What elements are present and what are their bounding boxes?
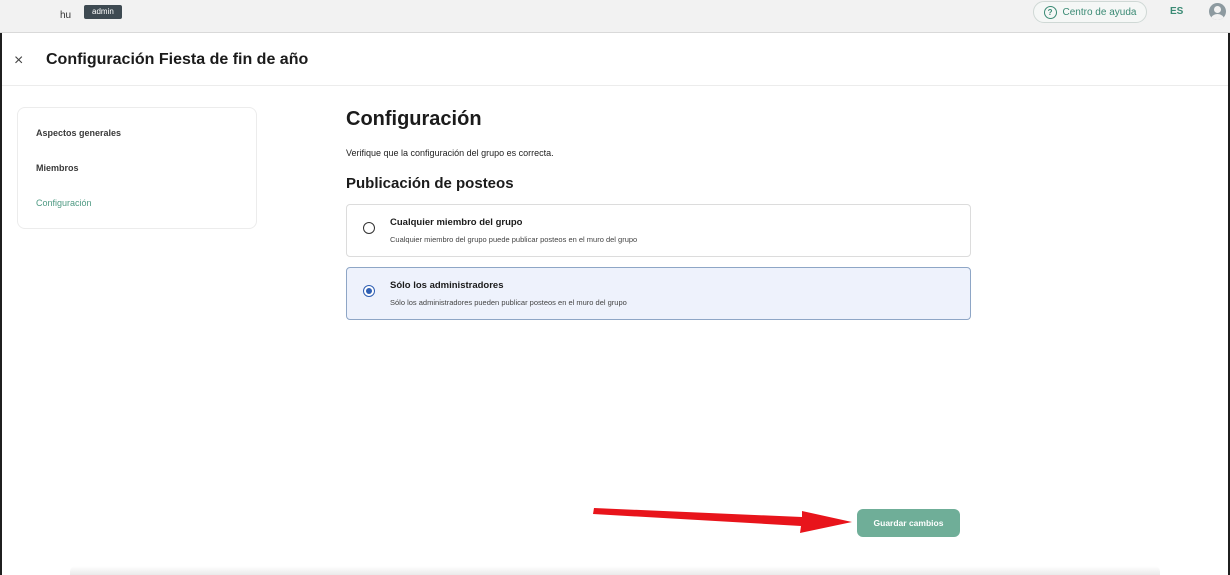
option-any-member[interactable]: Cualquier miembro del grupo Cualquier mi… <box>346 204 971 257</box>
sidebar-item-members[interactable]: Miembros <box>36 163 79 173</box>
section-description: Verifique que la configuración del grupo… <box>346 148 554 158</box>
option-title: Sólo los administradores <box>390 280 504 291</box>
page-title: Configuración Fiesta de fin de año <box>46 51 309 68</box>
brand-text: hu <box>60 10 72 21</box>
annotation-arrow-icon <box>593 508 852 533</box>
user-avatar-icon[interactable] <box>1209 3 1226 20</box>
option-description: Sólo los administradores pueden publicar… <box>390 298 627 307</box>
radio-admins-only[interactable] <box>363 285 375 297</box>
help-center-label: Centro de ayuda <box>1062 6 1137 18</box>
sidebar-nav: Aspectos generales Miembros Configuració… <box>17 107 257 229</box>
question-circle-icon: ? <box>1043 5 1057 19</box>
close-icon[interactable]: × <box>14 52 23 70</box>
save-changes-button[interactable]: Guardar cambios <box>857 509 960 537</box>
option-description: Cualquier miembro del grupo puede public… <box>390 235 638 244</box>
sidebar-item-settings[interactable]: Configuración <box>36 198 92 208</box>
posting-permissions-heading: Publicación de posteos <box>346 175 514 192</box>
role-badge: admin <box>84 5 122 19</box>
section-title: Configuración <box>346 108 482 130</box>
option-title: Cualquier miembro del grupo <box>390 217 523 228</box>
bottom-panel-edge <box>70 566 1160 575</box>
window-left-edge <box>0 33 2 575</box>
language-selector[interactable]: ES <box>1170 6 1183 17</box>
header-divider <box>2 85 1228 86</box>
radio-any-member[interactable] <box>363 222 375 234</box>
sidebar-item-general[interactable]: Aspectos generales <box>36 128 121 138</box>
top-bar: hu admin ? Centro de ayuda ES <box>0 0 1230 33</box>
help-center-button[interactable]: ? Centro de ayuda <box>1033 1 1147 23</box>
option-admins-only[interactable]: Sólo los administradores Sólo los admini… <box>346 267 971 320</box>
